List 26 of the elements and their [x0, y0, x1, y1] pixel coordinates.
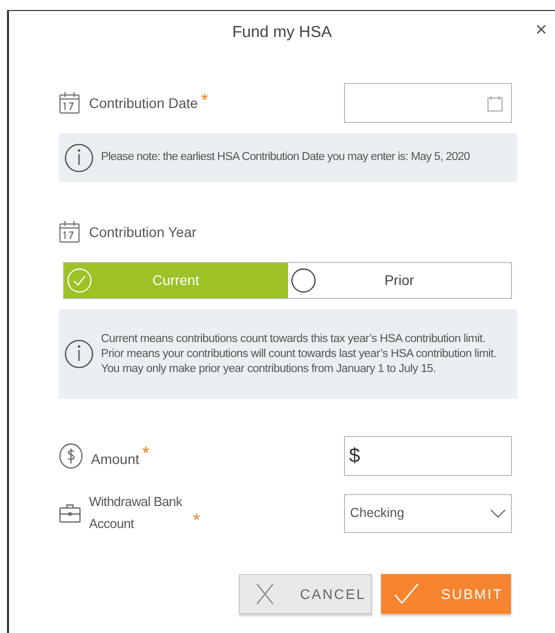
cancel-button[interactable]: CANCEL: [239, 574, 372, 614]
note-text: Current means contributions count towards this tax year’s HSA contribution limit. Prior means your contributions will count towards last year’s HSA contribution limit. You may only make prior year contributions from January 1 to July 15.: [101, 332, 498, 376]
chevron-down-icon: [490, 508, 506, 518]
close-button[interactable]: ×: [535, 20, 547, 40]
check-icon: [394, 583, 419, 605]
required-asterisk: *: [193, 508, 200, 532]
field-label: Amount: [91, 450, 140, 468]
required-asterisk: *: [142, 442, 150, 464]
dialog-title: Fund my HSA: [232, 23, 332, 43]
account-dropdown[interactable]: Checking: [344, 494, 512, 532]
date-field[interactable]: [344, 83, 512, 123]
check-circle-icon: [67, 268, 92, 293]
calendar-icon: [59, 220, 81, 244]
briefcase-icon: [59, 502, 81, 524]
amount-field[interactable]: $: [344, 436, 512, 476]
field-label: Contribution Year: [89, 222, 196, 242]
circle-icon: [290, 268, 316, 293]
dollar-icon: [59, 443, 83, 469]
note-text: Please note: the earliest HSA Contribution Date you may enter is: May 5, 2020: [101, 150, 470, 165]
close-icon: [255, 582, 275, 606]
field-label: Withdrawal Bank Account: [89, 493, 184, 533]
info-icon: [64, 142, 94, 172]
field-label: Contribution Date: [89, 94, 198, 112]
calendar-icon: [59, 91, 81, 115]
calendar-icon: [487, 94, 503, 112]
required-asterisk: *: [200, 88, 208, 112]
